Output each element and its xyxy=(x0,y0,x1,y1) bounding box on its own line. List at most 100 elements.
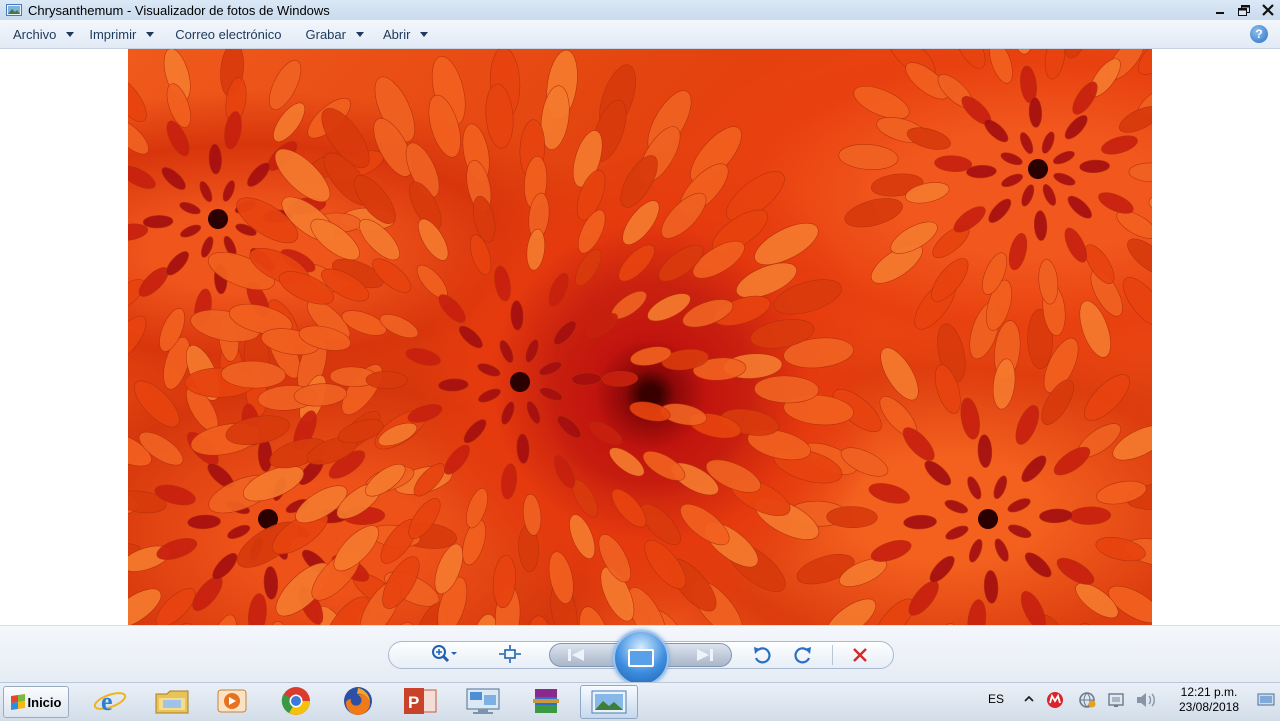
flower-petal xyxy=(944,523,970,542)
photo-viewer-app-icon[interactable] xyxy=(6,3,22,17)
flower-petal xyxy=(977,434,992,468)
tray-antivirus[interactable] xyxy=(1046,691,1064,709)
flower-petal xyxy=(440,441,474,478)
flower-center xyxy=(208,209,228,229)
firefox-icon xyxy=(342,685,374,717)
chevron-down-icon xyxy=(420,32,428,37)
zoom-button[interactable] xyxy=(424,642,464,666)
tray-volume[interactable] xyxy=(1135,691,1157,709)
flower-petal xyxy=(1053,553,1098,590)
flower-petal xyxy=(476,361,502,379)
flower-petal xyxy=(1021,549,1055,581)
chevron-down-icon xyxy=(146,32,154,37)
zoom-magnifier-icon xyxy=(429,644,459,664)
show-desktop-button[interactable] xyxy=(1256,691,1276,709)
flower-petal xyxy=(1122,232,1152,281)
flower-petal xyxy=(524,400,543,426)
action-center-icon xyxy=(1106,691,1126,709)
network-icon xyxy=(1077,691,1097,709)
title-bar: Chrysanthemum - Visualizador de fotos de… xyxy=(0,0,1280,20)
taskbar-app-powerpoint[interactable]: P xyxy=(392,685,448,717)
flower-petal xyxy=(958,396,983,440)
chrysanthemum-photo[interactable] xyxy=(128,49,1152,625)
flower-petal xyxy=(1129,162,1152,182)
flower-petal xyxy=(187,514,221,529)
flower-petal xyxy=(179,222,203,239)
flower-petal xyxy=(1011,402,1043,447)
close-icon xyxy=(1262,4,1274,16)
flower-petal xyxy=(523,338,541,364)
flower-petal xyxy=(538,359,564,378)
taskbar-app-remote-desktop[interactable] xyxy=(455,685,511,717)
antivirus-icon xyxy=(1046,691,1064,709)
flower-petal xyxy=(1069,506,1111,525)
flower-petal xyxy=(947,49,991,73)
rotate-clockwise-icon xyxy=(793,645,813,665)
flower-petal xyxy=(1079,159,1110,173)
menu-abrir[interactable]: Abrir xyxy=(383,20,428,48)
actual-size-button[interactable] xyxy=(496,642,524,666)
taskbar-app-firefox[interactable] xyxy=(330,685,386,717)
menu-archivo[interactable]: Archivo xyxy=(13,20,74,48)
flower-petal xyxy=(516,433,530,463)
help-icon: ? xyxy=(1255,27,1262,41)
flower-petal xyxy=(1016,588,1050,625)
language-indicator[interactable]: ES xyxy=(988,692,1004,706)
flower-petal xyxy=(605,443,649,482)
taskbar-app-chrome[interactable] xyxy=(268,685,324,717)
rotate-clockwise-button[interactable] xyxy=(791,643,815,667)
flower-petal xyxy=(128,310,153,367)
flower-petal xyxy=(545,270,573,309)
flower-petal xyxy=(571,372,601,386)
taskbar-app-media-player[interactable] xyxy=(204,685,260,717)
menu-abrir-label: Abrir xyxy=(383,27,410,42)
flower-petal xyxy=(613,239,660,286)
volume-icon xyxy=(1135,691,1157,709)
slideshow-button[interactable] xyxy=(613,630,669,686)
powerpoint-icon: P xyxy=(402,686,438,716)
photo-viewer-icon xyxy=(590,688,628,716)
window-controls xyxy=(1208,0,1280,20)
delete-button[interactable] xyxy=(848,643,872,667)
flower-petal xyxy=(873,342,925,406)
start-button[interactable]: Inicio xyxy=(3,686,69,718)
flower-petal xyxy=(1040,130,1057,155)
flower-petal xyxy=(456,322,486,351)
flower-petal xyxy=(1018,452,1050,486)
menu-correo[interactable]: Correo electrónico xyxy=(175,20,281,48)
flower-petal xyxy=(1028,97,1042,128)
tray-action-center[interactable] xyxy=(1106,691,1126,709)
flower-petal xyxy=(500,463,519,500)
taskbar-app-internet-explorer[interactable]: e xyxy=(82,685,138,717)
flower-petal xyxy=(819,592,882,625)
menu-archivo-label: Archivo xyxy=(13,27,56,42)
rotate-counterclockwise-button[interactable] xyxy=(750,643,774,667)
close-button[interactable] xyxy=(1256,1,1280,19)
minimize-button[interactable] xyxy=(1208,1,1232,19)
menu-correo-label: Correo electrónico xyxy=(175,27,281,42)
flower-petal xyxy=(263,566,278,600)
flower-petal xyxy=(366,371,408,389)
taskbar-app-file-explorer[interactable] xyxy=(144,685,200,717)
start-label: Inicio xyxy=(28,695,62,710)
flower-petal xyxy=(966,599,988,625)
tray-network-status[interactable] xyxy=(1077,691,1097,709)
menu-grabar[interactable]: Grabar xyxy=(306,20,364,48)
taskbar-app-winrar[interactable] xyxy=(518,685,574,717)
flower-petal xyxy=(246,593,268,625)
flower-petal xyxy=(950,202,989,237)
flower-petal xyxy=(197,180,214,204)
show-desktop-icon xyxy=(1256,691,1276,709)
svg-text:P: P xyxy=(408,693,419,712)
restore-button[interactable] xyxy=(1232,1,1256,19)
flower-petal xyxy=(602,371,638,387)
taskbar-app-photo-viewer[interactable] xyxy=(580,685,638,719)
taskbar-clock[interactable]: 12:21 p.m. 23/08/2018 xyxy=(1166,685,1252,715)
menu-imprimir[interactable]: Imprimir xyxy=(89,20,154,48)
flower-petal xyxy=(226,522,252,541)
taskbar: Inicio e xyxy=(0,682,1280,721)
flower-petal xyxy=(1050,442,1094,480)
flower-petal xyxy=(1099,132,1139,158)
help-button[interactable]: ? xyxy=(1250,25,1268,43)
show-hidden-icons-button[interactable] xyxy=(1022,692,1036,708)
